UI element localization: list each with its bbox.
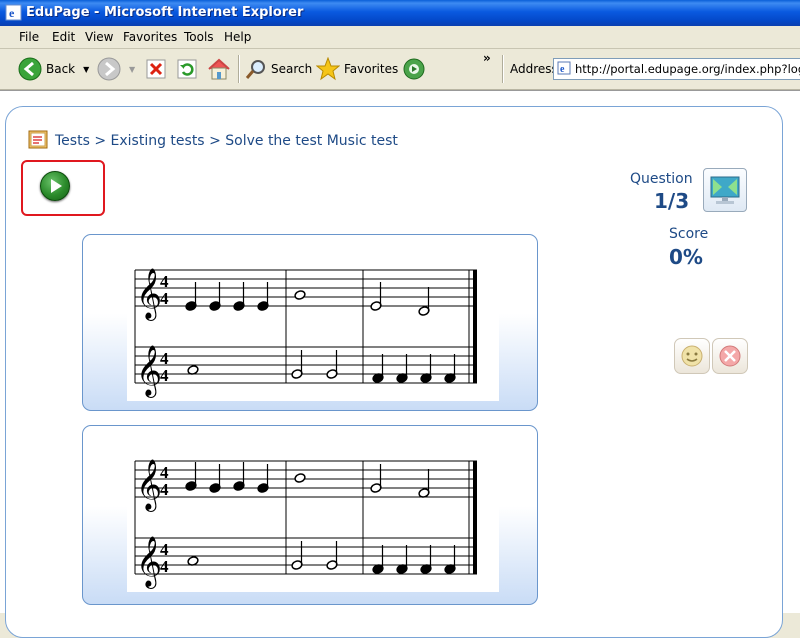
forward-button[interactable]: ▼	[97, 55, 135, 83]
back-dropdown-icon[interactable]: ▼	[83, 65, 89, 74]
test-book-icon	[28, 130, 48, 149]
question-label: Question	[630, 171, 693, 187]
address-bar[interactable]: e http://portal.edupage.org/index.php?lo…	[553, 58, 800, 80]
answer-card[interactable]: 𝄞 4 4 𝄞 4 4	[82, 425, 538, 605]
svg-text:4: 4	[160, 366, 169, 385]
breadcrumb-current: Solve the test Music test	[225, 133, 398, 149]
stop-button[interactable]	[146, 55, 166, 83]
svg-text:e: e	[560, 64, 565, 75]
window-title: EduPage - Microsoft Internet Explorer	[26, 5, 304, 20]
score-value: 0%	[669, 245, 703, 269]
menu-bar: File Edit View Favorites Tools Help	[0, 26, 800, 49]
back-button[interactable]: Back ▼	[18, 55, 89, 83]
music-score: 𝄞 4 4 𝄞 4 4	[127, 255, 499, 401]
favorites-button[interactable]: Favorites	[316, 55, 398, 83]
music-score-image: 𝄞44𝄞44	[134, 268, 477, 398]
favorites-label: Favorites	[344, 62, 399, 76]
smile-button[interactable]	[674, 338, 710, 374]
home-icon	[208, 58, 230, 80]
toolbar-chevron[interactable]: »	[483, 51, 491, 65]
menu-help[interactable]: Help	[224, 30, 251, 44]
breadcrumb-separator: >	[94, 133, 107, 149]
svg-text:e: e	[9, 6, 15, 20]
ie-icon: e	[5, 4, 22, 21]
media-icon	[403, 58, 425, 80]
back-icon	[18, 57, 42, 81]
refresh-button[interactable]	[177, 55, 197, 83]
svg-text:4: 4	[160, 557, 169, 576]
back-label: Back	[46, 62, 76, 76]
smile-icon	[681, 345, 703, 367]
toolbar: Back ▼ ▼ Search Favorites » Address e ht…	[0, 49, 800, 90]
page-icon: e	[557, 61, 571, 75]
address-label: Address	[510, 62, 558, 76]
svg-text:𝄞: 𝄞	[136, 345, 162, 398]
page-viewport: Tests > Existing tests > Solve the test …	[0, 90, 800, 638]
forward-icon	[97, 57, 121, 81]
monitor-icon	[710, 176, 740, 204]
menu-favorites[interactable]: Favorites	[123, 30, 177, 44]
favorites-icon	[316, 57, 340, 81]
address-input[interactable]: http://portal.edupage.org/index.php?logi…	[575, 62, 800, 76]
home-button[interactable]	[207, 55, 231, 83]
music-score-image: 𝄞44𝄞44	[134, 459, 477, 589]
breadcrumb: Tests > Existing tests > Solve the test …	[55, 133, 398, 149]
stop-icon	[146, 59, 166, 79]
media-button[interactable]	[402, 55, 426, 83]
window-titlebar[interactable]: e EduPage - Microsoft Internet Explorer	[0, 0, 800, 26]
question-counter: 1/3	[654, 189, 690, 213]
search-icon	[245, 60, 265, 79]
play-button[interactable]	[40, 171, 70, 201]
breadcrumb-tests[interactable]: Tests	[55, 133, 90, 149]
menu-edit[interactable]: Edit	[52, 30, 75, 44]
search-button[interactable]: Search	[245, 55, 312, 83]
forward-dropdown-icon[interactable]: ▼	[129, 65, 135, 74]
svg-text:𝄞: 𝄞	[136, 459, 162, 512]
svg-text:4: 4	[160, 480, 169, 499]
answer-card[interactable]: 𝄞 4 4 𝄞 4 4	[82, 234, 538, 411]
breadcrumb-existing-tests[interactable]: Existing tests	[111, 133, 205, 149]
svg-text:𝄞: 𝄞	[136, 536, 162, 589]
refresh-icon	[177, 59, 197, 79]
close-button[interactable]	[712, 338, 748, 374]
score-label: Score	[669, 226, 709, 242]
close-icon	[719, 345, 741, 367]
breadcrumb-separator: >	[209, 133, 221, 149]
music-score: 𝄞 4 4 𝄞 4 4	[127, 446, 499, 592]
menu-tools[interactable]: Tools	[184, 30, 214, 44]
search-label: Search	[271, 62, 313, 76]
svg-text:4: 4	[160, 289, 169, 308]
menu-view[interactable]: View	[85, 30, 113, 44]
menu-file[interactable]: File	[19, 30, 39, 44]
monitor-button[interactable]	[703, 168, 747, 212]
svg-text:𝄞: 𝄞	[136, 268, 162, 321]
